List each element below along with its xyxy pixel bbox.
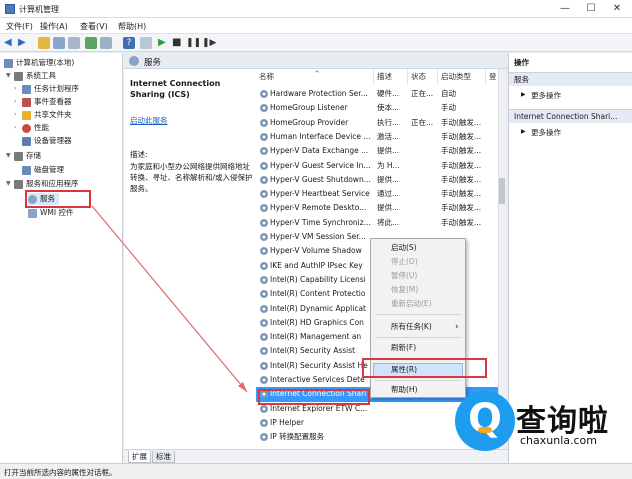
submenu-chevron-icon: › bbox=[455, 322, 459, 332]
menu-start[interactable]: 启动(S) bbox=[391, 241, 417, 255]
menu-refresh[interactable]: 刷新(F) bbox=[391, 341, 416, 355]
watermark-logo-accent bbox=[478, 427, 492, 433]
menu-stop[interactable]: 停止(O) bbox=[391, 255, 418, 269]
annotation-box-ics-row bbox=[258, 389, 370, 405]
menu-separator bbox=[375, 314, 461, 315]
menu-separator bbox=[375, 380, 461, 381]
menu-resume[interactable]: 恢复(M) bbox=[391, 283, 418, 297]
menu-restart[interactable]: 重新启动(E) bbox=[391, 297, 432, 311]
menu-help[interactable]: 帮助(H) bbox=[391, 383, 418, 397]
watermark-logo-letter: Q bbox=[467, 396, 502, 442]
annotation-box-properties bbox=[362, 358, 487, 378]
menu-pause[interactable]: 暂停(U) bbox=[391, 269, 417, 283]
menu-all-tasks[interactable]: 所有任务(K) bbox=[391, 320, 432, 334]
menu-separator bbox=[375, 337, 461, 338]
watermark-url: chaxunla.com bbox=[520, 434, 597, 447]
